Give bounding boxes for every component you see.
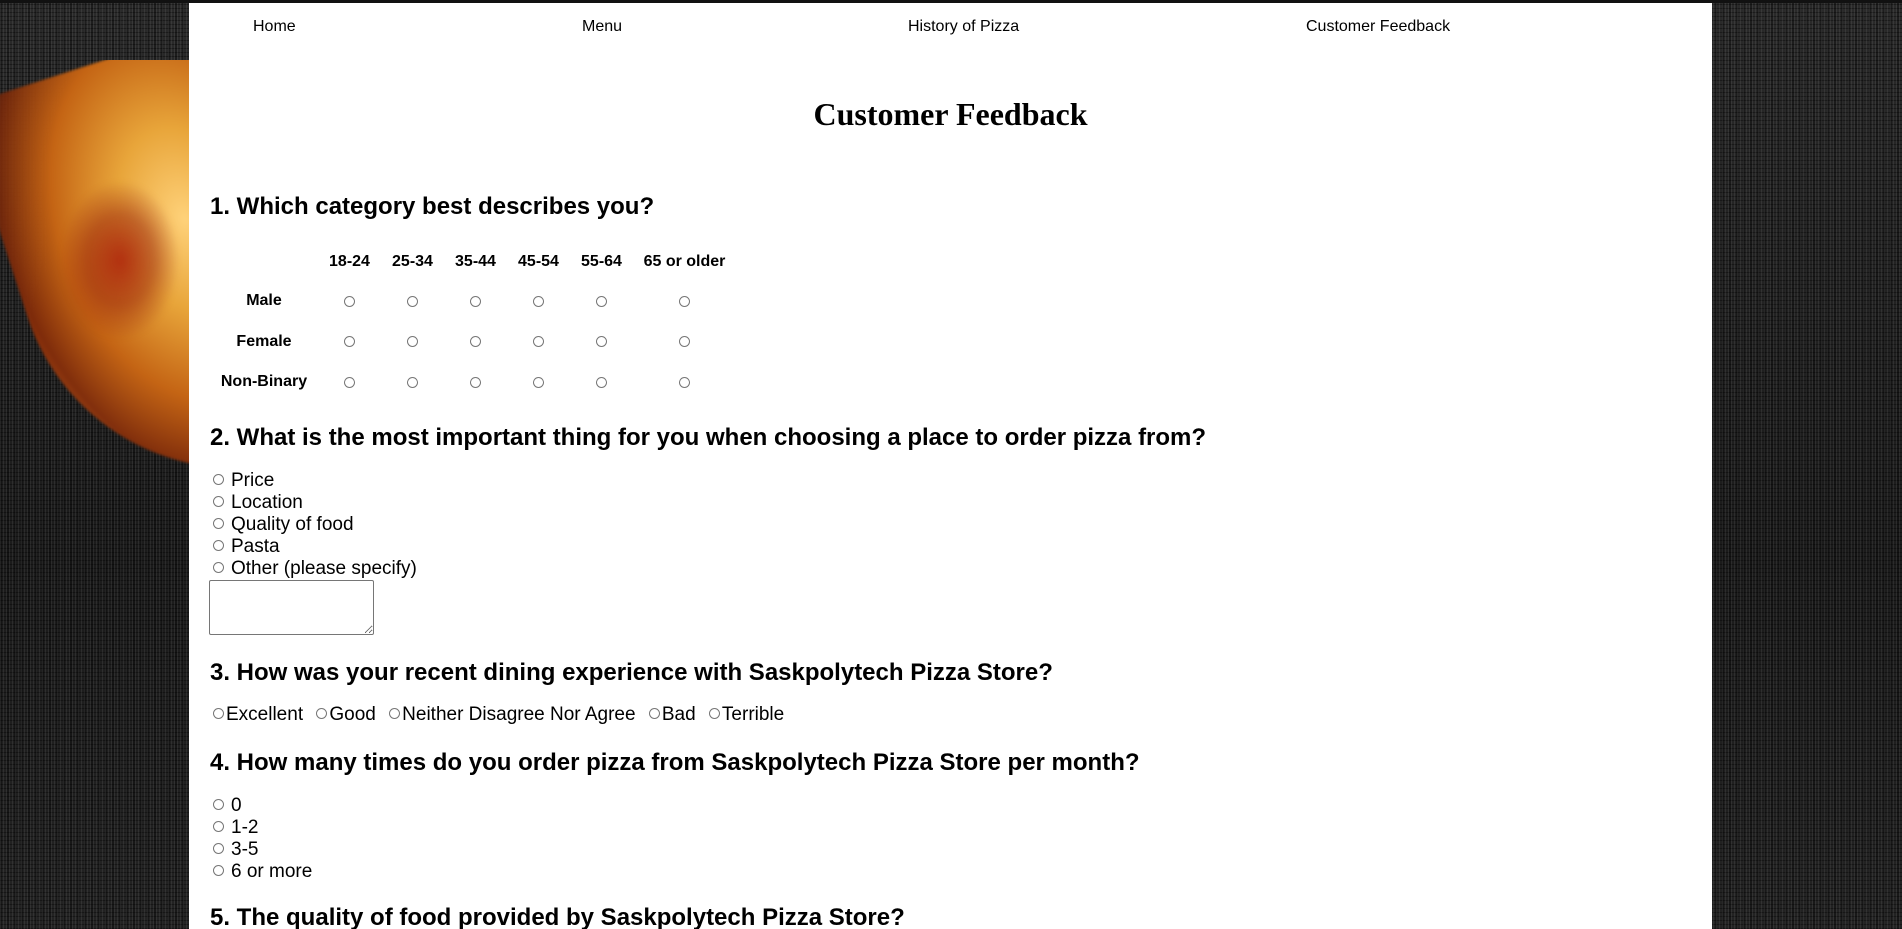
option-other[interactable]: Other (please specify) (213, 558, 417, 580)
nav-link-menu[interactable]: Menu (582, 18, 622, 36)
age-header: 45-54 (518, 253, 559, 270)
category-radio[interactable] (533, 295, 544, 307)
question-2-title: 2. What is the most important thing for … (210, 424, 1207, 451)
radio-excellent[interactable] (213, 708, 224, 720)
option-label: Excellent (226, 704, 304, 725)
question-1-grid: 18-24 25-34 35-44 45-54 55-64 65 or olde… (210, 243, 736, 403)
option-location[interactable]: Location (213, 492, 417, 514)
option-label: Neither Disagree Nor Agree (402, 704, 636, 725)
nav-link-customer-feedback[interactable]: Customer Feedback (1306, 18, 1450, 36)
gender-label: Male (246, 292, 282, 310)
category-radio[interactable] (533, 336, 544, 348)
radio-button[interactable] (213, 518, 224, 530)
category-radio[interactable] (596, 295, 607, 307)
radio-button[interactable] (213, 821, 224, 833)
option-label: 3-5 (231, 839, 259, 860)
grid-header-row: 18-24 25-34 35-44 45-54 55-64 65 or olde… (210, 243, 736, 281)
radio-button[interactable] (213, 474, 224, 486)
main-content-panel: Home Menu History of Pizza Customer Feed… (189, 3, 1712, 929)
category-radio[interactable] (533, 376, 544, 388)
option-pasta[interactable]: Pasta (213, 536, 417, 558)
category-radio[interactable] (679, 336, 690, 348)
grid-row-male: Male (210, 281, 736, 322)
pizza-background-image (0, 60, 200, 480)
radio-button[interactable] (213, 540, 224, 552)
radio-good[interactable] (316, 708, 328, 720)
option-label: Quality of food (231, 514, 354, 535)
question-4-options: 0 1-2 3-5 6 or more (213, 795, 312, 883)
grid-corner (210, 243, 318, 281)
category-radio[interactable] (596, 336, 607, 348)
option-label: Pasta (231, 536, 280, 557)
option-6-or-more[interactable]: 6 or more (213, 861, 312, 883)
age-header: 18-24 (329, 253, 370, 270)
question-1-title: 1. Which category best describes you? (210, 193, 655, 220)
age-header: 65 or older (643, 253, 726, 270)
grid-row-non-binary: Non-Binary (210, 362, 736, 403)
page-title: Customer Feedback (813, 96, 1088, 132)
option-label: 0 (231, 795, 242, 816)
option-label: Terrible (721, 704, 785, 725)
option-label: Price (231, 470, 275, 491)
question-3-title: 3. How was your recent dining experience… (210, 659, 1053, 686)
grid-row-female: Female (210, 322, 736, 363)
option-0[interactable]: 0 (213, 795, 312, 817)
category-radio[interactable] (679, 295, 690, 307)
nav-link-history-of-pizza[interactable]: History of Pizza (908, 18, 1019, 36)
pizza-sauce (60, 180, 180, 340)
option-label: Location (231, 492, 303, 513)
top-nav: Home Menu History of Pizza Customer Feed… (189, 3, 1712, 55)
question-4-title: 4. How many times do you order pizza fro… (210, 749, 1140, 776)
radio-button[interactable] (213, 799, 224, 811)
option-price[interactable]: Price (213, 470, 417, 492)
option-label: 1-2 (231, 817, 259, 838)
nav-link-home[interactable]: Home (253, 18, 296, 36)
option-label: Good (329, 704, 376, 725)
other-specify-textarea[interactable] (209, 580, 374, 635)
category-radio[interactable] (470, 336, 481, 348)
category-radio[interactable] (344, 336, 355, 348)
category-radio[interactable] (679, 376, 690, 388)
radio-bad[interactable] (648, 708, 660, 720)
age-header: 55-64 (581, 253, 622, 270)
question-3-options: Excellent Good Neither Disagree Nor Agre… (213, 704, 792, 726)
category-radio[interactable] (407, 376, 418, 388)
radio-button[interactable] (213, 865, 224, 877)
radio-button[interactable] (213, 843, 224, 855)
radio-button[interactable] (213, 496, 224, 508)
question-2-options: Price Location Quality of food Pasta Oth… (213, 470, 417, 580)
category-radio[interactable] (407, 295, 418, 307)
category-radio[interactable] (470, 295, 481, 307)
gender-label: Non-Binary (220, 373, 308, 391)
option-label: Bad (661, 704, 696, 725)
category-radio[interactable] (470, 376, 481, 388)
radio-terrible[interactable] (708, 708, 720, 720)
option-label: 6 or more (231, 861, 313, 882)
age-header: 35-44 (455, 253, 496, 270)
question-5-title: 5. The quality of food provided by Saskp… (210, 904, 905, 929)
radio-neither[interactable] (389, 708, 401, 720)
radio-button[interactable] (213, 562, 224, 574)
category-radio[interactable] (407, 336, 418, 348)
option-quality-of-food[interactable]: Quality of food (213, 514, 417, 536)
gender-label: Female (236, 332, 292, 350)
option-label: Other (please specify) (231, 558, 417, 579)
option-3-5[interactable]: 3-5 (213, 839, 312, 861)
option-1-2[interactable]: 1-2 (213, 817, 312, 839)
age-header: 25-34 (392, 253, 433, 270)
category-radio[interactable] (344, 376, 355, 388)
category-radio[interactable] (596, 376, 607, 388)
category-radio[interactable] (344, 295, 355, 307)
